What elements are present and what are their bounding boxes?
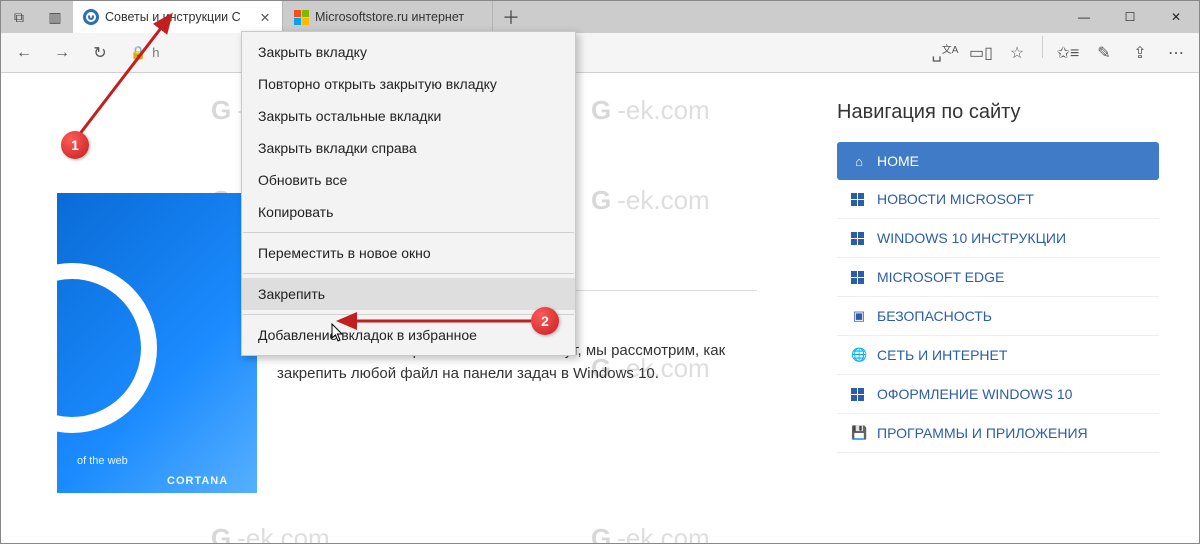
sidebar-item-label: WINDOWS 10 ИНСТРУКЦИИ [877,230,1066,246]
refresh-button[interactable]: ↻ [83,36,117,70]
ctx-move-to-new-window[interactable]: Переместить в новое окно [242,237,575,269]
ctx-separator [243,232,574,233]
tiles-icon [851,271,867,284]
tiles-icon [851,388,867,401]
cursor-icon [331,323,345,343]
ctx-close-tabs-right[interactable]: Закрыть вкладки справа [242,132,575,164]
ctx-copy[interactable]: Копировать [242,196,575,228]
article-thumbnail: of the web CORTANA [57,193,257,493]
tiles-icon [851,232,867,245]
shield-icon: ▣ [851,308,867,324]
sidebar-item-label: HOME [877,153,919,169]
window-minimize-button[interactable]: — [1061,1,1107,33]
favorite-star-button[interactable]: ☆ [1000,36,1034,70]
favorites-hub-button[interactable]: ✩≡ [1051,36,1085,70]
thumb-caption-2: CORTANA [167,475,228,487]
sidebar-item-theme[interactable]: ОФОРМЛЕНИЕ WINDOWS 10 [837,375,1159,414]
window-close-button[interactable]: ✕ [1153,1,1199,33]
window-maximize-button[interactable]: ☐ [1107,1,1153,33]
notes-button[interactable]: ✎ [1087,36,1121,70]
sidebar-item-label: НОВОСТИ MICROSOFT [877,191,1034,207]
annotation-callout-1: 1 [61,131,89,159]
new-tab-button[interactable]: ＋ [493,1,529,33]
edge-favicon-icon [83,9,99,25]
home-icon: ⌂ [851,154,867,169]
share-button[interactable]: ⇪ [1123,36,1157,70]
lock-icon: 🔒 [130,45,146,61]
window-controls: — ☐ ✕ [1061,1,1199,33]
address-text: h [152,45,159,60]
sidebar-item-security[interactable]: ▣ БЕЗОПАСНОСТЬ [837,297,1159,336]
ctx-reopen-closed-tab[interactable]: Повторно открыть закрытую вкладку [242,68,575,100]
sidebar-item-label: БЕЗОПАСНОСТЬ [877,308,992,324]
save-icon: 💾 [851,425,867,441]
sidebar-item-win10[interactable]: WINDOWS 10 ИНСТРУКЦИИ [837,219,1159,258]
forward-button[interactable]: → [45,36,79,70]
titlebar: ⧉ ▥ Советы и инструкции С ✕ Microsoftsto… [1,1,1199,33]
more-button[interactable]: ⋯ [1159,36,1193,70]
sidebar-item-label: MICROSOFT EDGE [877,269,1004,285]
microsoft-favicon-icon [293,9,309,25]
tiles-icon [851,193,867,206]
toolbar-separator [1042,36,1043,58]
sidebar-item-apps[interactable]: 💾 ПРОГРАММЫ и ПРИЛОЖЕНИЯ [837,414,1159,453]
tab-second-title: Microsoftstore.ru интернет [315,10,482,24]
sidebar-item-label: ПРОГРАММЫ и ПРИЛОЖЕНИЯ [877,425,1088,441]
sidebar-item-label: ОФОРМЛЕНИЕ WINDOWS 10 [877,386,1072,402]
sidebar-item-label: СЕТЬ И ИНТЕРНЕТ [877,347,1007,363]
page-viewport: G-ek.com G-ek.com G-ek.com G-ek.com G-ek… [1,73,1199,543]
tab-active[interactable]: Советы и инструкции С ✕ [73,1,283,33]
tab-active-title: Советы и инструкции С [105,10,252,24]
tab-close-button[interactable]: ✕ [258,10,272,25]
sidebar-item-edge[interactable]: MICROSOFT EDGE [837,258,1159,297]
sidebar-item-home[interactable]: ⌂ HOME [837,142,1159,180]
sidebar-item-network[interactable]: 🌐 СЕТЬ И ИНТЕРНЕТ [837,336,1159,375]
ctx-close-other-tabs[interactable]: Закрыть остальные вкладки [242,100,575,132]
globe-icon: 🌐 [851,347,867,363]
translate-button[interactable]: ␣文A [928,36,962,70]
sidebar-title: Навигация по сайту [837,101,1159,124]
watermark: G-ek.com [591,95,710,126]
annotation-callout-2: 2 [531,307,559,335]
reading-view-button[interactable]: ▭▯ [964,36,998,70]
ctx-separator [243,273,574,274]
sidebar-item-news[interactable]: НОВОСТИ MICROSOFT [837,180,1159,219]
sidebar: Навигация по сайту ⌂ HOME НОВОСТИ MICROS… [837,101,1159,453]
tab-context-menu: Закрыть вкладку Повторно открыть закрыту… [241,31,576,356]
toolbar: ← → ↻ 🔒 h ␣文A ▭▯ ☆ ✩≡ ✎ ⇪ ⋯ [1,33,1199,73]
show-tabs-aside-button[interactable]: ▥ [37,1,73,33]
tab-second[interactable]: Microsoftstore.ru интернет [283,1,493,33]
watermark: G-ek.com [211,523,330,543]
thumb-caption-1: of the web [77,455,128,467]
ctx-add-tabs-to-favorites[interactable]: Добавление вкладок в избранное [242,319,575,351]
ctx-close-tab[interactable]: Закрыть вкладку [242,36,575,68]
back-button[interactable]: ← [7,36,41,70]
set-tabs-aside-button[interactable]: ⧉ [1,1,37,33]
ctx-pin-tab[interactable]: Закрепить [242,278,575,310]
watermark: G-ek.com [591,523,710,543]
ctx-separator [243,314,574,315]
ctx-refresh-all[interactable]: Обновить все [242,164,575,196]
